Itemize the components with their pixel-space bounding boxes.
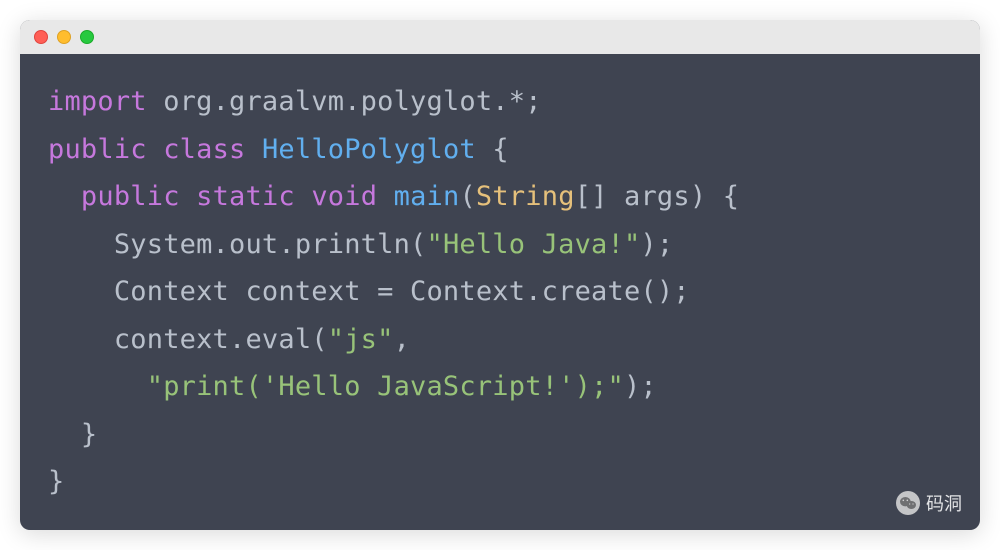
code-token: void: [311, 181, 377, 212]
code-token: [48, 181, 81, 212]
code-token: static: [196, 181, 295, 212]
close-button[interactable]: [34, 30, 48, 44]
code-token: Context context = Context.create();: [48, 276, 690, 307]
code-token: [48, 371, 147, 402]
code-line: }: [48, 458, 952, 506]
wechat-icon-svg: [900, 496, 916, 510]
code-token: "Hello Java!": [426, 229, 640, 260]
watermark: 码洞: [896, 490, 962, 516]
code-token: [180, 181, 196, 212]
code-token: String: [476, 181, 575, 212]
minimize-button[interactable]: [57, 30, 71, 44]
code-token: public: [81, 181, 180, 212]
code-token: [] args) {: [575, 181, 740, 212]
code-token: System.out.println(: [48, 229, 426, 260]
titlebar: [20, 20, 980, 54]
code-token: (: [459, 181, 475, 212]
code-token: public: [48, 134, 147, 165]
code-token: "js": [328, 324, 394, 355]
code-token: main: [394, 181, 460, 212]
code-token: [295, 181, 311, 212]
code-token: ,: [394, 324, 410, 355]
code-token: class: [163, 134, 245, 165]
code-token: [147, 86, 163, 117]
code-token: context.eval(: [48, 324, 328, 355]
code-token: import: [48, 86, 147, 117]
code-token: [245, 134, 261, 165]
code-window: import org.graalvm.polyglot.*;public cla…: [20, 20, 980, 530]
zoom-button[interactable]: [80, 30, 94, 44]
code-line: }: [48, 411, 952, 459]
code-line: public class HelloPolyglot {: [48, 126, 952, 174]
code-line: "print('Hello JavaScript!');");: [48, 363, 952, 411]
code-token: [147, 134, 163, 165]
code-token: );: [624, 371, 657, 402]
code-token: ;: [525, 86, 541, 117]
code-token: "print('Hello JavaScript!');": [147, 371, 624, 402]
code-line: import org.graalvm.polyglot.*;: [48, 78, 952, 126]
code-line: Context context = Context.create();: [48, 268, 952, 316]
code-line: public static void main(String[] args) {: [48, 173, 952, 221]
code-token: HelloPolyglot: [262, 134, 476, 165]
wechat-icon: [896, 491, 920, 515]
code-token: }: [48, 419, 97, 450]
code-token: org.graalvm.polyglot.*: [163, 86, 525, 117]
code-line: System.out.println("Hello Java!");: [48, 221, 952, 269]
code-token: }: [48, 466, 64, 497]
code-line: context.eval("js",: [48, 316, 952, 364]
watermark-text: 码洞: [926, 490, 962, 516]
code-token: {: [476, 134, 509, 165]
code-token: );: [640, 229, 673, 260]
code-editor: import org.graalvm.polyglot.*;public cla…: [20, 54, 980, 530]
code-token: [377, 181, 393, 212]
